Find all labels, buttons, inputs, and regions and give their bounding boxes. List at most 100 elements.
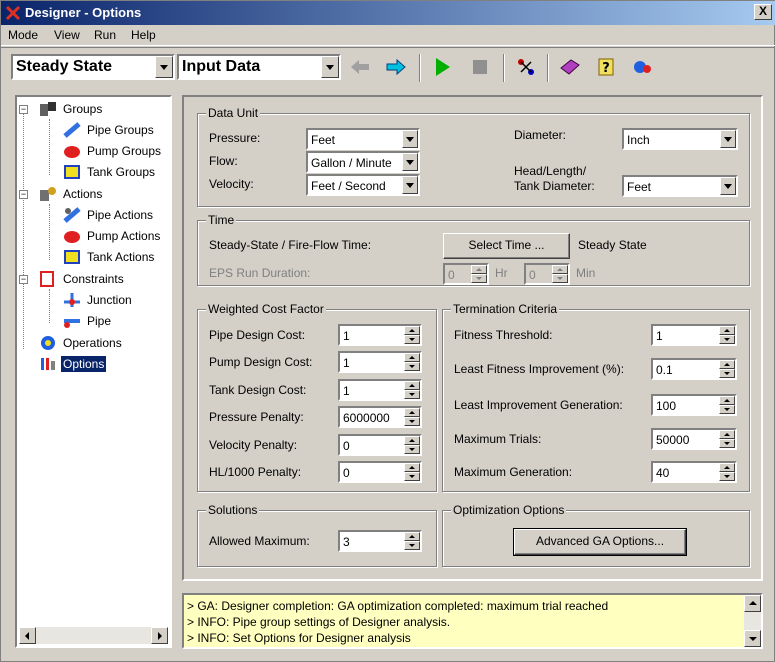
pipe-design-cost-label: Pipe Design Cost: <box>209 328 306 342</box>
tank-design-cost-input[interactable]: 1 <box>338 379 422 401</box>
spinner-value: 1 <box>343 329 350 343</box>
spin-up-icon[interactable] <box>719 396 735 405</box>
maximum-trials-input[interactable]: 50000 <box>651 428 737 450</box>
log-vertical-scrollbar[interactable] <box>744 595 761 647</box>
least-improvement-generation-input[interactable]: 100 <box>651 394 737 416</box>
spin-down-icon[interactable] <box>404 472 420 481</box>
spin-up-icon[interactable] <box>404 408 420 417</box>
spin-up-icon[interactable] <box>552 265 568 274</box>
back-arrow-icon[interactable] <box>347 54 373 80</box>
spin-down-icon[interactable] <box>471 274 487 283</box>
chevron-down-icon[interactable] <box>402 176 418 194</box>
menu-run[interactable]: Run <box>94 28 116 42</box>
chevron-down-icon[interactable] <box>720 130 736 148</box>
collapse-icon[interactable]: − <box>19 275 28 284</box>
scroll-down-button[interactable] <box>744 630 761 647</box>
chevron-down-icon[interactable] <box>155 56 173 78</box>
pipe-design-cost-input[interactable]: 1 <box>338 324 422 346</box>
tree-horizontal-scrollbar[interactable] <box>19 627 168 644</box>
flow-unit-select[interactable]: Gallon / Minute <box>306 151 420 173</box>
log-line: > INFO: Set Options for Designer analysi… <box>187 631 411 645</box>
minutes-spinner[interactable]: 0 <box>524 263 570 285</box>
solutions-group: Solutions Allowed Maximum: 3 <box>197 503 437 567</box>
collapse-icon[interactable]: − <box>19 190 28 199</box>
head-length-label: Head/Length/ <box>514 164 587 178</box>
diameter-unit-select[interactable]: Inch <box>622 128 738 150</box>
spin-down-icon[interactable] <box>719 405 735 414</box>
velocity-penalty-input[interactable]: 0 <box>338 434 422 456</box>
head-unit-select[interactable]: Feet <box>622 175 738 197</box>
pump-design-cost-input[interactable]: 1 <box>338 351 422 373</box>
chevron-down-icon[interactable] <box>321 56 339 78</box>
menu-help[interactable]: Help <box>131 28 156 42</box>
spin-down-icon[interactable] <box>404 417 420 426</box>
spinner-value: 0.1 <box>656 363 673 377</box>
pressure-unit-select[interactable]: Feet <box>306 128 420 150</box>
run-icon[interactable] <box>429 54 455 80</box>
termination-criteria-group: Termination Criteria Fitness Threshold: … <box>442 302 750 492</box>
spin-down-icon[interactable] <box>552 274 568 283</box>
spin-down-icon[interactable] <box>404 335 420 344</box>
tank-diameter-label: Tank Diameter: <box>514 179 595 193</box>
help-icon[interactable]: ? <box>593 54 619 80</box>
collapse-icon[interactable]: − <box>19 105 28 114</box>
spin-down-icon[interactable] <box>719 472 735 481</box>
forward-arrow-icon[interactable] <box>383 54 409 80</box>
spin-down-icon[interactable] <box>404 541 420 550</box>
close-button[interactable]: X <box>754 4 772 20</box>
hl1000-penalty-input[interactable]: 0 <box>338 461 422 483</box>
least-fitness-improvement-input[interactable]: 0.1 <box>651 358 737 380</box>
spin-down-icon[interactable] <box>719 439 735 448</box>
spin-up-icon[interactable] <box>719 326 735 335</box>
scroll-up-button[interactable] <box>744 595 761 612</box>
maximum-trials-label: Maximum Trials: <box>454 432 542 446</box>
spin-up-icon[interactable] <box>404 436 420 445</box>
data-select[interactable]: Input Data <box>177 54 341 80</box>
spin-down-icon[interactable] <box>719 335 735 344</box>
settings-bug-icon[interactable] <box>629 54 655 80</box>
spin-up-icon[interactable] <box>471 265 487 274</box>
select-value: Feet <box>311 133 336 147</box>
spin-up-icon[interactable] <box>404 532 420 541</box>
velocity-label: Velocity: <box>209 177 254 191</box>
select-time-button[interactable]: Select Time ... <box>443 233 570 259</box>
spin-down-icon[interactable] <box>719 369 735 378</box>
menu-view[interactable]: View <box>54 28 80 42</box>
spin-up-icon[interactable] <box>404 463 420 472</box>
network-icon[interactable] <box>513 54 539 80</box>
pressure-penalty-input[interactable]: 6000000 <box>338 406 422 428</box>
book-icon[interactable] <box>557 54 583 80</box>
spin-up-icon[interactable] <box>719 360 735 369</box>
velocity-unit-select[interactable]: Feet / Second <box>306 174 420 196</box>
spin-down-icon[interactable] <box>404 390 420 399</box>
chevron-down-icon[interactable] <box>402 153 418 171</box>
fitness-threshold-input[interactable]: 1 <box>651 324 737 346</box>
spin-up-icon[interactable] <box>719 463 735 472</box>
pipe-actions-icon <box>63 207 81 223</box>
maximum-generation-input[interactable]: 40 <box>651 461 737 483</box>
spin-down-icon[interactable] <box>404 362 420 371</box>
tree-label: Pump Actions <box>87 229 161 243</box>
chevron-down-icon[interactable] <box>402 130 418 148</box>
pump-groups-icon <box>64 146 80 158</box>
hours-spinner[interactable]: 0 <box>443 263 489 285</box>
stop-icon[interactable] <box>467 54 493 80</box>
junction-icon <box>64 293 80 307</box>
spinner-value: 0 <box>529 268 536 282</box>
chevron-down-icon[interactable] <box>720 177 736 195</box>
advanced-ga-options-button[interactable]: Advanced GA Options... <box>513 528 687 556</box>
scroll-right-button[interactable] <box>151 627 168 644</box>
message-log[interactable]: > GA: Designer completion: GA optimizati… <box>182 593 763 649</box>
select-value: Gallon / Minute <box>311 156 392 170</box>
mode-select[interactable]: Steady State <box>11 54 175 80</box>
spin-up-icon[interactable] <box>404 381 420 390</box>
spin-up-icon[interactable] <box>719 430 735 439</box>
tank-groups-icon <box>64 165 80 179</box>
allowed-maximum-input[interactable]: 3 <box>338 530 422 552</box>
spin-up-icon[interactable] <box>404 326 420 335</box>
navigation-tree[interactable]: − Groups Pipe Groups Pump Groups Tank Gr… <box>15 95 172 648</box>
menu-mode[interactable]: Mode <box>8 28 38 42</box>
spin-up-icon[interactable] <box>404 353 420 362</box>
scroll-left-button[interactable] <box>19 627 36 644</box>
spin-down-icon[interactable] <box>404 445 420 454</box>
